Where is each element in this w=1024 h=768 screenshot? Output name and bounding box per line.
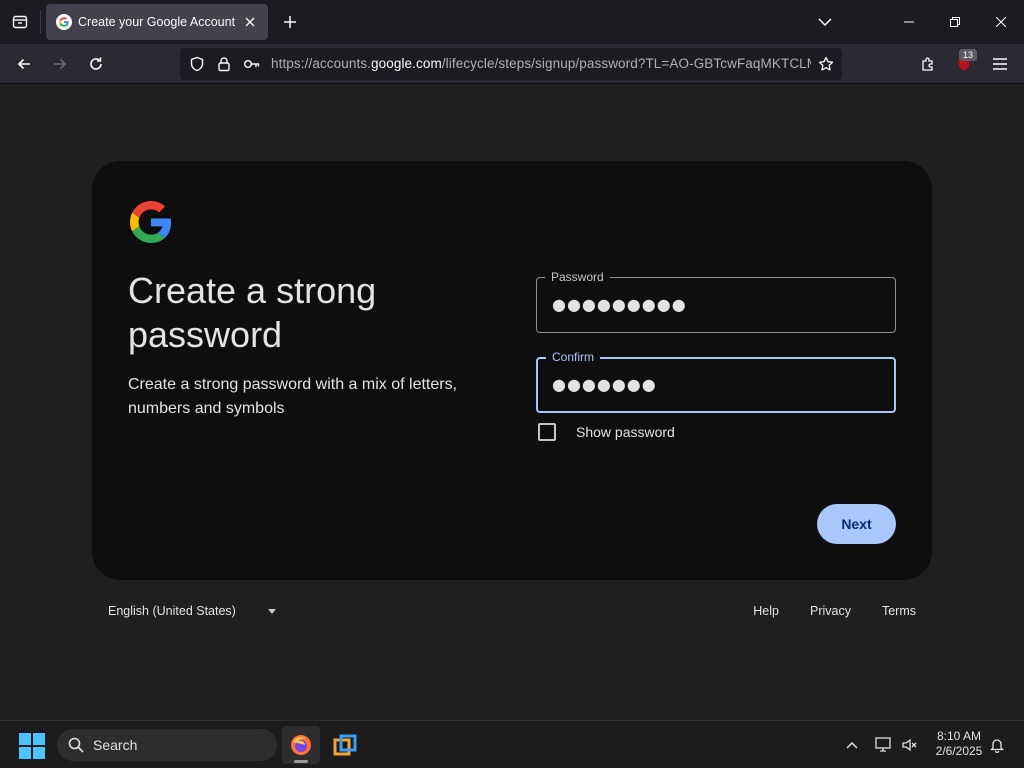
navigation-bar: https://accounts.google.com/lifecycle/st… <box>0 44 1024 84</box>
page-subtitle: Create a strong password with a mix of l… <box>128 376 458 417</box>
next-button[interactable]: Next <box>817 504 896 544</box>
clock-date: 2/6/2025 <box>935 744 983 758</box>
password-value[interactable]: ●●●●●●●●● <box>552 295 872 314</box>
taskbar-search[interactable]: Search <box>57 729 277 761</box>
search-icon <box>68 737 84 753</box>
password-field[interactable]: Password ●●●●●●●●● <box>536 269 896 333</box>
help-link[interactable]: Help <box>753 604 779 618</box>
privacy-link[interactable]: Privacy <box>810 604 851 618</box>
confirm-password-field[interactable]: Confirm ●●●●●●● <box>536 349 896 413</box>
window-controls <box>886 0 1024 44</box>
volume-muted-icon[interactable] <box>898 729 922 761</box>
lock-icon[interactable] <box>214 54 234 74</box>
password-label: Password <box>545 269 610 285</box>
show-hidden-icons-chevron-icon[interactable] <box>840 729 864 761</box>
close-window-icon[interactable] <box>978 0 1024 44</box>
terms-link[interactable]: Terms <box>882 604 916 618</box>
key-icon[interactable] <box>242 54 262 74</box>
reload-icon[interactable] <box>82 50 110 78</box>
language-label: English (United States) <box>108 604 236 618</box>
url-text[interactable]: https://accounts.google.com/lifecycle/st… <box>271 56 811 71</box>
firefox-taskbar-icon[interactable] <box>282 726 320 764</box>
footer: English (United States) Help Privacy Ter… <box>108 604 916 624</box>
google-favicon-icon <box>56 14 72 30</box>
clock-time: 8:10 AM <box>936 729 982 743</box>
browser-tab[interactable]: Create your Google Account <box>46 4 268 40</box>
tracking-protection-icon[interactable] <box>187 54 207 74</box>
active-app-indicator <box>294 760 308 763</box>
signup-card: Create a strong password Create a strong… <box>92 161 932 580</box>
extension-badge: 13 <box>959 49 977 61</box>
page-content: Create a strong password Create a strong… <box>0 85 1024 720</box>
tab-separator <box>40 10 41 34</box>
url-prefix: https://accounts. <box>271 56 372 71</box>
confirm-value[interactable]: ●●●●●●● <box>552 375 872 394</box>
extensions-puzzle-icon[interactable] <box>914 50 942 78</box>
show-password-toggle[interactable]: Show password <box>538 423 675 441</box>
close-tab-icon[interactable] <box>240 12 260 32</box>
footer-links: Help Privacy Terms <box>722 604 916 618</box>
google-logo-icon <box>130 201 172 243</box>
firefox-view-icon[interactable] <box>8 10 32 34</box>
tab-bar: Create your Google Account <box>0 0 1024 44</box>
page-title: Create a strong password <box>128 270 377 355</box>
windows-start-icon[interactable] <box>19 733 45 759</box>
show-password-label: Show password <box>576 424 675 440</box>
url-bar[interactable]: https://accounts.google.com/lifecycle/st… <box>180 48 842 80</box>
new-tab-icon[interactable] <box>278 10 302 34</box>
back-icon[interactable] <box>10 50 38 78</box>
tab-title: Create your Google Account <box>78 15 236 29</box>
network-icon[interactable] <box>872 729 896 761</box>
list-all-tabs-icon[interactable] <box>812 10 838 34</box>
language-selector[interactable]: English (United States) <box>108 604 276 618</box>
notification-bell-icon[interactable] <box>986 729 1008 761</box>
dropdown-caret-icon <box>267 608 276 614</box>
remote-desktop-taskbar-icon[interactable] <box>326 726 364 764</box>
system-clock[interactable]: 8:10 AM 2/6/2025 <box>926 729 992 759</box>
confirm-label: Confirm <box>546 349 601 365</box>
restore-icon[interactable] <box>932 0 978 44</box>
taskbar: Search 8:10 AM 2/6/2025 <box>0 720 1024 768</box>
forward-icon[interactable] <box>46 50 74 78</box>
minimize-icon[interactable] <box>886 0 932 44</box>
url-path: /lifecycle/steps/signup/password?TL=AO-G… <box>441 56 811 71</box>
bookmark-star-icon[interactable] <box>816 54 836 74</box>
search-label: Search <box>93 737 138 753</box>
menu-hamburger-icon[interactable] <box>986 50 1014 78</box>
show-password-checkbox[interactable] <box>538 423 556 441</box>
url-host: google.com <box>371 56 442 71</box>
